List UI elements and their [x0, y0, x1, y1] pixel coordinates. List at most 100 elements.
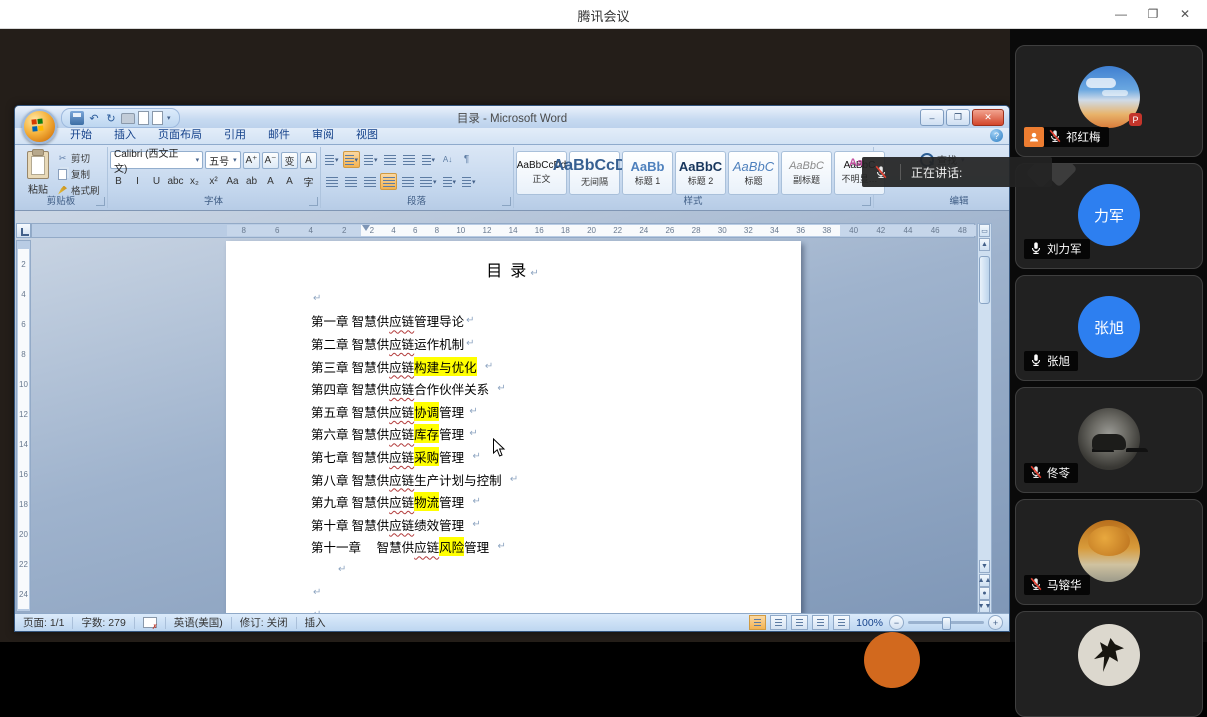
toc-line[interactable]: 第二章 智慧供应链运作机制↵ [311, 332, 791, 355]
increase-indent-button[interactable] [401, 151, 418, 168]
ribbon-tab[interactable]: 页面布局 [147, 125, 213, 144]
clipboard-dialog-launcher-icon[interactable] [96, 197, 105, 206]
font-size-select[interactable]: 五号▾ [205, 151, 241, 169]
font-format-button[interactable]: ab [243, 173, 260, 190]
font-format-button[interactable]: abc [167, 173, 184, 190]
participant-tile[interactable]: 马镕华 [1015, 499, 1203, 605]
paragraph-dialog-launcher-icon[interactable] [502, 197, 511, 206]
font-tool-button[interactable]: A⁺ [243, 152, 260, 169]
restore-button[interactable]: ❐ [1139, 3, 1167, 25]
print-layout-view-button[interactable] [749, 615, 766, 630]
meeting-toolbar-notification-dot[interactable] [864, 632, 920, 688]
asian-layout-button[interactable]: ▾ [420, 151, 438, 168]
ribbon-tab[interactable]: 开始 [59, 125, 103, 144]
scroll-down-button[interactable]: ▼ [979, 560, 990, 573]
line-spacing-button[interactable]: ▾ [418, 173, 439, 190]
toc-line[interactable]: 第九章 智慧供应链物流管理 ↵ [311, 490, 791, 513]
font-format-button[interactable]: x₂ [186, 173, 203, 190]
document-page[interactable]: 目 录↵ ↵ 第一章 智慧供应链管理导论↵ 第二章 智慧供应链运 [226, 241, 801, 613]
participant-tile[interactable] [1015, 611, 1203, 717]
toc-line[interactable]: 第十一章 智慧供应链风险管理 ↵ [311, 536, 791, 559]
word-minimize-button[interactable]: – [920, 109, 944, 126]
distribute-button[interactable] [399, 173, 416, 190]
participant-tile[interactable]: 佟苓 [1015, 387, 1203, 493]
outline-view-button[interactable] [812, 615, 829, 630]
multilevel-list-button[interactable]: ▾ [362, 151, 380, 168]
zoom-out-button[interactable]: − [889, 615, 904, 630]
numbering-button[interactable]: ▾ [343, 151, 361, 168]
word-maximize-button[interactable]: ❐ [946, 109, 970, 126]
ruler-toggle-button[interactable]: ▭ [979, 224, 990, 237]
toc-line[interactable]: 第五章 智慧供应链协调管理 ↵ [311, 400, 791, 423]
zoom-level[interactable]: 100% [856, 617, 883, 629]
office-button[interactable] [22, 109, 57, 144]
tab-selector-button[interactable] [16, 223, 31, 238]
copy-button[interactable]: 复制 [57, 167, 100, 181]
next-page-button[interactable]: ▼▼ [979, 600, 990, 613]
fullscreen-view-button[interactable] [770, 615, 787, 630]
style-gallery-item[interactable]: AaBbCcDd 无间隔 [569, 151, 620, 195]
language-indicator[interactable]: 英语(美国) [166, 617, 232, 629]
font-dialog-launcher-icon[interactable] [309, 197, 318, 206]
cut-button[interactable]: 剪切 [57, 151, 100, 165]
minimize-button[interactable]: — [1107, 3, 1135, 25]
decrease-indent-button[interactable] [382, 151, 399, 168]
toc-line[interactable]: 第三章 智慧供应链构建与优化 ↵ [311, 355, 791, 378]
zoom-slider-handle[interactable] [942, 617, 951, 630]
toc-line[interactable]: 第六章 智慧供应链库存管理 ↵ [311, 423, 791, 446]
font-name-select[interactable]: Calibri (西文正文)▾ [110, 151, 203, 169]
toc-line[interactable]: 第四章 智慧供应链合作伙伴关系 ↵ [311, 377, 791, 400]
toc-line[interactable]: 第八章 智慧供应链生产计划与控制 ↵ [311, 468, 791, 491]
bullets-button[interactable]: ▾ [323, 151, 341, 168]
font-format-button[interactable]: x² [205, 173, 222, 190]
font-format-button[interactable]: A [281, 173, 298, 190]
word-close-button[interactable]: ✕ [972, 109, 1004, 126]
vertical-scrollbar[interactable]: ▭ ▲ ▼ ▲▲ ● ▼▼ [977, 223, 992, 613]
scrollbar-thumb[interactable] [979, 256, 990, 304]
font-format-button[interactable]: B [110, 173, 127, 190]
word-count[interactable]: 字数: 279 [73, 617, 134, 629]
horizontal-ruler[interactable]: 8642 2468101214161820222426283032343638 … [31, 223, 975, 238]
font-format-button[interactable]: Aa [224, 173, 241, 190]
first-line-indent-marker[interactable] [362, 225, 370, 231]
participant-tile[interactable]: P 祁红梅 [1015, 45, 1203, 157]
font-format-button[interactable]: A [262, 173, 279, 190]
style-gallery-item[interactable]: AaBbC 标题 [728, 151, 779, 195]
styles-dialog-launcher-icon[interactable] [862, 197, 871, 206]
style-gallery-item[interactable]: AaBbC 副标题 [781, 151, 832, 195]
ribbon-tab[interactable]: 插入 [103, 125, 147, 144]
toc-line[interactable]: ↵ [311, 581, 791, 604]
page-indicator[interactable]: 页面: 1/1 [15, 617, 73, 629]
align-right-button[interactable] [361, 173, 378, 190]
zoom-in-button[interactable]: + [988, 615, 1003, 630]
toc-line[interactable]: ↵ [311, 603, 791, 613]
spellcheck-status[interactable] [135, 617, 166, 629]
style-gallery-item[interactable]: AaBb 标题 1 [622, 151, 673, 195]
toc-line[interactable]: ↵ [311, 558, 791, 581]
close-button[interactable]: ✕ [1171, 3, 1199, 25]
select-browse-object-button[interactable]: ● [979, 587, 990, 600]
toc-line[interactable]: 第十章 智慧供应链绩效管理 ↵ [311, 513, 791, 536]
toc-line[interactable]: 第七章 智慧供应链采购管理 ↵ [311, 445, 791, 468]
previous-page-button[interactable]: ▲▲ [979, 574, 990, 587]
font-format-button[interactable]: I [129, 173, 146, 190]
font-format-button[interactable]: 字 [300, 173, 317, 190]
vertical-ruler[interactable]: 24681012141618202224 [16, 240, 31, 612]
sort-button[interactable] [439, 151, 456, 168]
insert-mode-indicator[interactable]: 插入 [297, 617, 334, 629]
toc-line[interactable]: ↵ [311, 287, 791, 310]
track-changes-indicator[interactable]: 修订: 关闭 [232, 617, 297, 629]
shading-button[interactable]: ▾ [441, 173, 459, 190]
font-tool-button[interactable]: A⁻ [262, 152, 279, 169]
ribbon-tab[interactable]: 引用 [213, 125, 257, 144]
ribbon-tab[interactable]: 审阅 [301, 125, 345, 144]
help-icon[interactable] [990, 129, 1003, 142]
justify-button[interactable] [380, 173, 397, 190]
show-hide-marks-button[interactable] [458, 151, 475, 168]
style-gallery-item[interactable]: AaBbC 标题 2 [675, 151, 726, 195]
ribbon-tab[interactable]: 视图 [345, 125, 389, 144]
align-center-button[interactable] [342, 173, 359, 190]
font-tool-button[interactable]: A [300, 152, 317, 169]
align-left-button[interactable] [323, 173, 340, 190]
draft-view-button[interactable] [833, 615, 850, 630]
